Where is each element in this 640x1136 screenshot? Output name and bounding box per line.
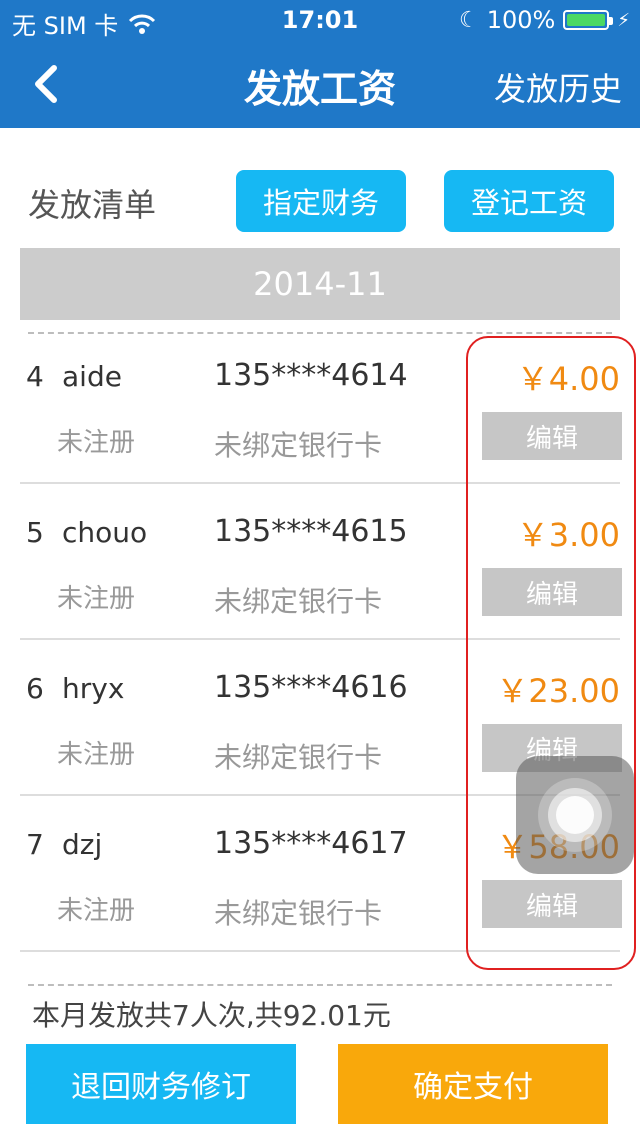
month-header: 2014-11 xyxy=(20,248,620,320)
row-name: aide xyxy=(62,360,122,393)
highlight-annotation xyxy=(466,336,636,970)
row-bank-status: 未绑定银行卡 xyxy=(214,429,383,462)
top-bar: 无 SIM 卡 17:01 ☾ 100% ⚡ 发放工资 发放历史 xyxy=(0,0,640,128)
row-register-status: 未注册 xyxy=(57,584,136,614)
row-index: 7 xyxy=(26,828,44,861)
row-register-status: 未注册 xyxy=(57,896,136,926)
battery-icon xyxy=(563,10,614,30)
assistive-touch-button[interactable] xyxy=(516,756,634,874)
row-register-status: 未注册 xyxy=(57,428,136,458)
history-link[interactable]: 发放历史 xyxy=(494,64,622,110)
section-label: 发放清单 xyxy=(28,186,157,224)
assign-finance-button[interactable]: 指定财务 xyxy=(236,170,406,232)
confirm-pay-button[interactable]: 确定支付 xyxy=(338,1044,608,1124)
row-register-status: 未注册 xyxy=(57,740,136,770)
assistive-touch-ring-inner xyxy=(556,796,594,834)
row-bank-status: 未绑定银行卡 xyxy=(214,585,383,618)
register-salary-button[interactable]: 登记工资 xyxy=(444,170,614,232)
row-name: hryx xyxy=(62,672,125,705)
row-bank-status: 未绑定银行卡 xyxy=(214,741,383,774)
divider-bottom xyxy=(28,984,612,986)
row-phone: 135****4617 xyxy=(214,826,408,861)
row-index: 6 xyxy=(26,672,44,705)
row-phone: 135****4615 xyxy=(214,514,408,549)
charging-bolt-icon: ⚡ xyxy=(617,9,630,31)
moon-icon: ☾ xyxy=(459,7,479,33)
row-phone: 135****4616 xyxy=(214,670,408,705)
battery-percent: 100% xyxy=(486,6,556,34)
row-name: dzj xyxy=(62,828,103,861)
row-name: chouo xyxy=(62,516,148,549)
row-bank-status: 未绑定银行卡 xyxy=(214,897,383,930)
status-bar: 无 SIM 卡 17:01 ☾ 100% ⚡ xyxy=(0,0,640,40)
row-phone: 135****4614 xyxy=(214,358,408,393)
screen: 无 SIM 卡 17:01 ☾ 100% ⚡ 发放工资 发放历史 发放清单 指定… xyxy=(0,0,640,1136)
row-index: 5 xyxy=(26,516,44,549)
nav-bar: 发放工资 发放历史 xyxy=(0,40,640,128)
status-right: ☾ 100% ⚡ xyxy=(459,6,630,34)
return-to-finance-button[interactable]: 退回财务修订 xyxy=(26,1044,296,1124)
row-index: 4 xyxy=(26,360,44,393)
payment-summary: 本月发放共7人次,共92.01元 xyxy=(32,999,391,1032)
